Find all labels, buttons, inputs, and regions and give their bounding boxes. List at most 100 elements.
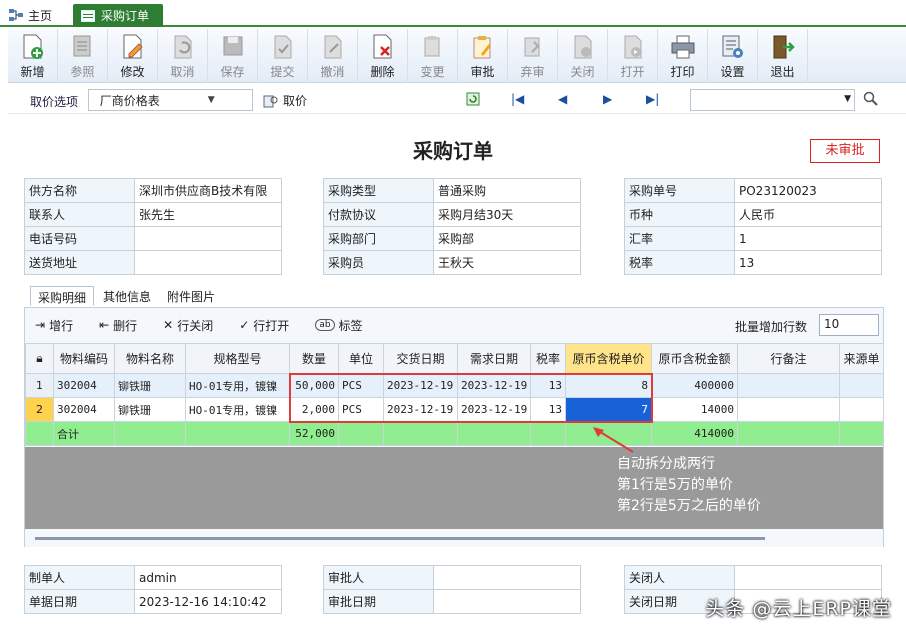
tag-button[interactable]: ab 标签 [315,317,363,334]
first-record-icon[interactable]: |◀ [511,92,524,106]
supplier-field-value[interactable] [134,250,282,275]
col-source[interactable]: 来源单 [839,343,884,374]
col-qty[interactable]: 数量 [289,343,339,374]
approver-field-label: 审批人 [323,565,434,590]
toolbar-button-reference[interactable]: 参照 [58,29,108,83]
order-field-value[interactable]: 人民币 [734,202,882,227]
batch-add-input[interactable]: 10 [819,314,879,336]
supplier-field-value[interactable]: 张先生 [134,202,282,227]
edit-icon [120,34,146,60]
total-empty [185,421,290,446]
tab-purchase-order[interactable]: 采购订单 [73,4,163,27]
toolbar-button-delete[interactable]: 删除 [358,29,408,83]
creator-field-value[interactable]: admin [134,565,282,590]
tab-attachments[interactable]: 附件图片 [160,286,222,306]
purchase-field-value[interactable]: 采购月结30天 [433,202,581,227]
supplier-field-value[interactable]: 深圳市供应商B技术有限 [134,178,282,203]
closer-field-value[interactable] [734,565,882,590]
delete-row-button[interactable]: ⇤ 删行 [99,317,137,334]
sitemap-icon [9,9,23,21]
scrollbar-thumb[interactable] [35,537,765,540]
fetch-price-icon [263,95,278,107]
price-source-select[interactable]: 厂商价格表 ▼ [88,89,253,111]
cell-material-name[interactable]: 铆铁珊 [114,373,186,398]
cell-material-code[interactable]: 302004 [53,397,115,422]
search-icon[interactable] [863,91,879,110]
col-tax-rate[interactable]: 税率 [530,343,566,374]
lock-icon[interactable]: 🔒︎ [25,343,54,374]
creator-field-value[interactable]: 2023-12-16 14:10:42 [134,589,282,614]
toolbar-button-add-doc[interactable]: 新增 [8,29,58,83]
refresh-icon[interactable] [466,92,480,109]
close-row-icon: ✕ [163,318,174,332]
fetch-price-label: 取价 [283,94,308,108]
next-record-icon[interactable]: ▶ [603,92,612,106]
approve-icon [470,34,496,60]
order-field-value[interactable]: 1 [734,226,882,251]
cell-memo[interactable] [737,397,840,422]
toolbar-button-open-doc[interactable]: 打开 [608,29,658,83]
close-row-button[interactable]: ✕ 行关闭 [163,317,213,334]
delete-icon [370,34,396,60]
horizontal-scrollbar[interactable] [25,531,883,547]
cell-spec[interactable]: HO-01专用，镀镍 [185,397,290,422]
col-unit-price[interactable]: 原币含税单价 [565,343,652,374]
cell-amount[interactable]: 400000 [651,373,738,398]
toolbar-button-undo[interactable]: 取消 [158,29,208,83]
order-field-value[interactable]: PO23120023 [734,178,882,203]
cell-amount[interactable]: 14000 [651,397,738,422]
fetch-price-button[interactable]: 取价 [263,92,307,109]
purchase-field-label: 采购员 [323,250,434,275]
col-deliver-date[interactable]: 交货日期 [383,343,458,374]
toolbar-button-settings[interactable]: 设置 [708,29,758,83]
tab-purchase-detail[interactable]: 采购明细 [30,286,95,306]
purchase-field-value[interactable]: 采购部 [433,226,581,251]
toolbar-button-save[interactable]: 保存 [208,29,258,83]
tab-other-info[interactable]: 其他信息 [96,286,158,306]
toolbar-button-exit[interactable]: 退出 [758,29,808,83]
order-field-value[interactable]: 13 [734,250,882,275]
col-amount[interactable]: 原币含税金额 [651,343,738,374]
toolbar-button-change[interactable]: 变更 [408,29,458,83]
cell-memo[interactable] [737,373,840,398]
toolbar-button-label: 设置 [720,65,745,79]
col-material-name[interactable]: 物料名称 [114,343,186,374]
toolbar-button-close-doc[interactable]: 关闭 [558,29,608,83]
change-icon [420,34,446,60]
toolbar-button-submit[interactable]: 提交 [258,29,308,83]
toolbar-button-label: 新增 [20,65,45,79]
add-row-button[interactable]: ⇥ 增行 [35,317,73,334]
creator-field-row: 单据日期 2023-12-16 14:10:42 [24,589,282,614]
approver-field-value[interactable] [433,565,581,590]
cell-material-code[interactable]: 302004 [53,373,115,398]
creator-field-label: 单据日期 [24,589,135,614]
cell-material-name[interactable]: 铆铁珊 [114,397,186,422]
cell-source[interactable] [839,373,884,398]
supplier-field-row: 联系人 张先生 [24,202,282,227]
last-record-icon[interactable]: ▶| [646,92,659,106]
toolbar-button-label: 删除 [370,65,395,79]
toolbar-button-printer[interactable]: 打印 [658,29,708,83]
approver-field-value[interactable] [433,589,581,614]
purchase-field-value[interactable]: 普通采购 [433,178,581,203]
purchase-field-label: 付款协议 [323,202,434,227]
toolbar-button-unapprove[interactable]: 弃审 [508,29,558,83]
toolbar-button-revoke[interactable]: 撤消 [308,29,358,83]
toolbar-button-edit[interactable]: 修改 [108,29,158,83]
toolbar-button-label: 审批 [470,65,495,79]
prev-record-icon[interactable]: ◀ [558,92,567,106]
col-unit[interactable]: 单位 [338,343,384,374]
toolbar-button-approve[interactable]: 审批 [458,29,508,83]
supplier-field-value[interactable] [134,226,282,251]
search-select[interactable]: ▼ [690,89,855,111]
cell-source[interactable] [839,397,884,422]
col-need-date[interactable]: 需求日期 [457,343,531,374]
open-row-button[interactable]: ✓ 行打开 [239,317,289,334]
purchase-field-value[interactable]: 王秋天 [433,250,581,275]
col-memo[interactable]: 行备注 [737,343,840,374]
cell-spec[interactable]: HO-01专用，镀镍 [185,373,290,398]
tab-home[interactable]: 主页 [8,4,52,26]
col-material-code[interactable]: 物料编码 [53,343,115,374]
col-spec[interactable]: 规格型号 [185,343,290,374]
purchase-field-label: 采购部门 [323,226,434,251]
